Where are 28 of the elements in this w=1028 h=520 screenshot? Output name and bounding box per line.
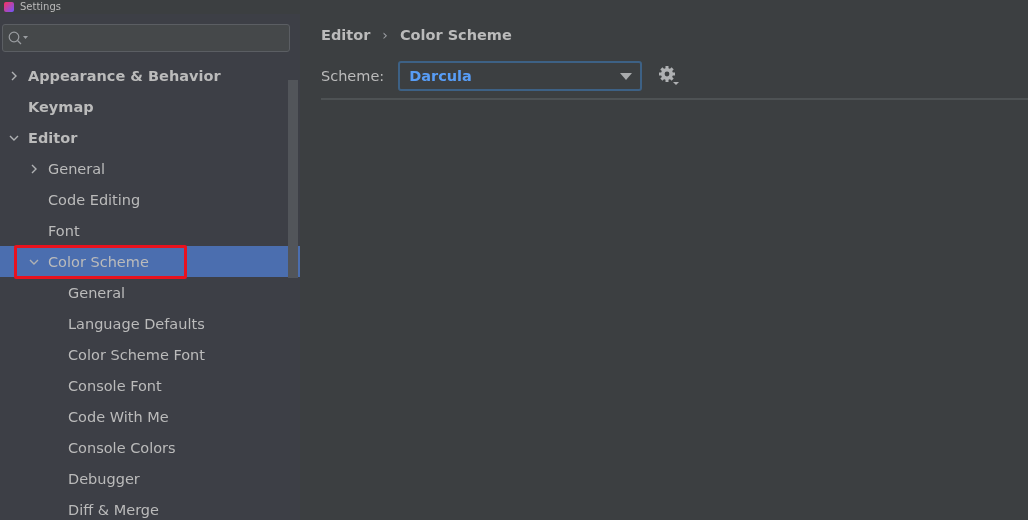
app-logo-icon [4,2,14,12]
tree-item[interactable]: General [0,153,300,184]
tree-item[interactable]: Code With Me [0,401,300,432]
tree-item[interactable]: Console Font [0,370,300,401]
tree-item[interactable]: Keymap [0,91,300,122]
breadcrumb-item[interactable]: Editor [321,27,371,43]
tree-item[interactable]: Appearance & Behavior [0,60,300,91]
window-title: Settings [20,0,61,14]
chevron-right-icon[interactable] [29,163,39,174]
tree-item[interactable]: Editor [0,122,300,153]
scheme-label: Scheme: [321,68,385,84]
gear-icon[interactable] [658,65,681,87]
tree-item[interactable]: Color Scheme Font [0,339,300,370]
breadcrumb-separator: › [382,27,388,43]
tree-item[interactable]: Language Defaults [0,308,300,339]
tree-item[interactable]: Code Editing [0,184,300,215]
scrollbar[interactable] [288,80,298,278]
scheme-dropdown[interactable]: Darcula [398,61,643,91]
search-icon[interactable] [8,31,30,45]
tree-item[interactable]: General [0,277,300,308]
tree-item[interactable]: Diff & Merge [0,494,300,520]
breadcrumb-item[interactable]: Color Scheme [399,27,512,43]
chevron-right-icon[interactable] [9,70,19,81]
search-field[interactable] [2,24,290,52]
tree-item[interactable]: Console Colors [0,432,300,463]
caret-icon[interactable] [620,72,633,80]
tree-item[interactable]: Font [0,215,300,246]
tree-item[interactable]: Debugger [0,463,300,494]
